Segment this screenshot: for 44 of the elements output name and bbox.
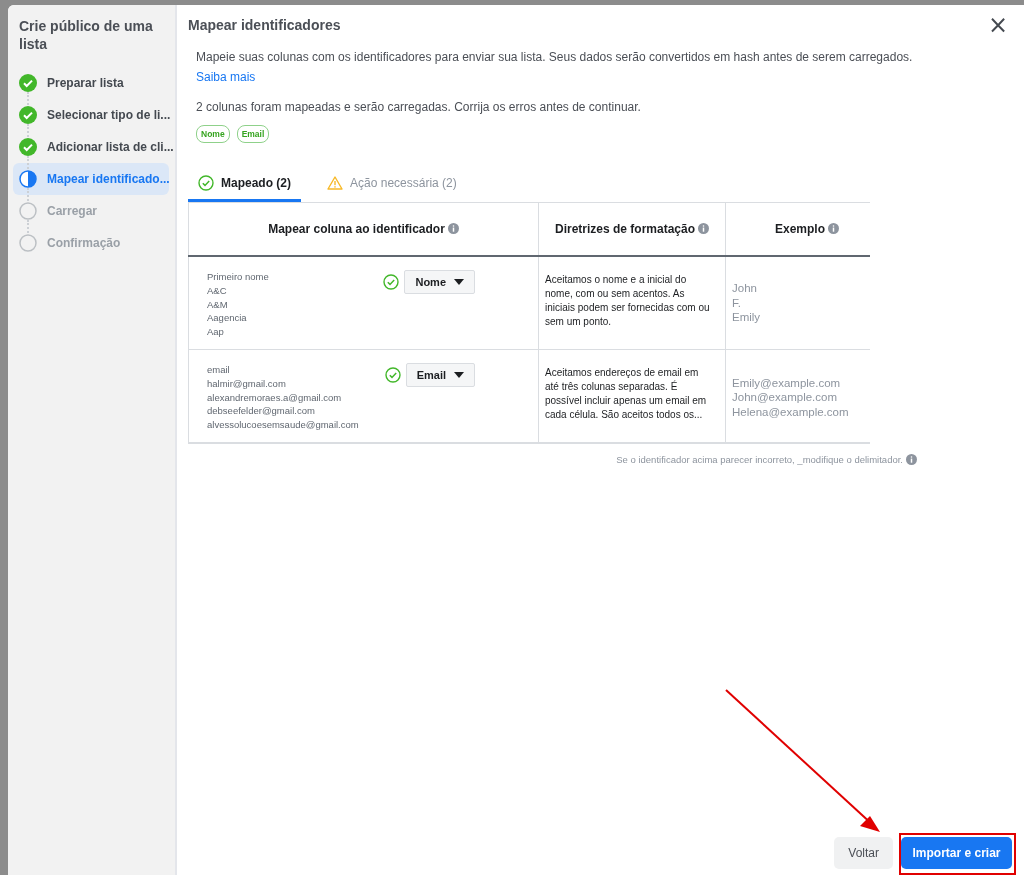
info-icon[interactable] [828,223,839,234]
learn-more-link[interactable]: Saiba mais [196,70,256,84]
import-button[interactable]: Importar e criar [901,836,1012,869]
example-value: John@example.com [732,390,838,405]
sidebar-title: Crie público de uma lista [19,17,154,53]
column-header: Exemplo [775,222,825,236]
note-text: Se o identificador acima parecer incorreto, _modifique o delimitador. [616,453,903,465]
identifier-dropdown[interactable]: Email [405,363,475,387]
guideline-text: Aceitamos endereços de email em até três colunas separadas. É possível incluir apenas um email em cada célula. São aceitos todos os... [545,366,708,422]
example-value: F. [732,295,742,310]
caret-icon [454,279,464,285]
guideline-text: Aceitamos o nome e a inicial do nome, com ou sem acentos. As iniciais podem ser fornecidas com ou sem um ponto. [545,273,711,329]
summary-text: 2 colunas foram mapeadas e serão carregadas. Corrija os erros antes de continuar. [196,99,642,115]
info-icon[interactable] [906,453,917,465]
back-button[interactable]: Voltar [834,836,893,869]
column-value: alexandremoraes.a@gmail.com [207,390,343,405]
column-value: A&M [207,297,229,312]
info-icon[interactable] [447,223,459,234]
info-icon[interactable] [698,223,710,234]
column-value: alvessolucoesemsaude@gmail.com [207,418,360,432]
column-header: Diretrizes de formatação [554,222,696,236]
check-icon [198,174,214,191]
identifier-dropdown[interactable]: Nome [404,270,475,294]
warning-icon [327,175,343,190]
column-value: Aap [207,325,225,339]
caret-icon [454,372,464,378]
column-value: Aagencia [207,311,248,326]
intro-text: Mapeie suas colunas com os identificadores para enviar sua lista. Seus dados serão convertidos em hash antes de serem carregados. [196,49,914,65]
column-value: email [207,363,231,377]
identifier-tag: Email [236,125,270,143]
tab[interactable]: Mapeado (2) [188,166,301,202]
close-button[interactable]: × [987,15,1024,35]
step-item[interactable]: Preparar lista [13,67,169,99]
column-value: halmir@gmail.com [207,376,287,391]
example-value: Emily [732,310,762,325]
example-value: John [732,281,758,296]
example-value: Emily@example.com [732,376,842,391]
identifier-tag: Nome [196,125,230,143]
column-value: Primeiro nome [207,270,270,284]
example-value: Helena@example.com [732,405,850,420]
dialog-title: Mapear identificadores [188,17,341,33]
column-header: Mapear coluna ao identificador [268,222,445,236]
column-value: A&C [207,283,228,298]
column-value: debseefelder@gmail.com [207,404,316,419]
